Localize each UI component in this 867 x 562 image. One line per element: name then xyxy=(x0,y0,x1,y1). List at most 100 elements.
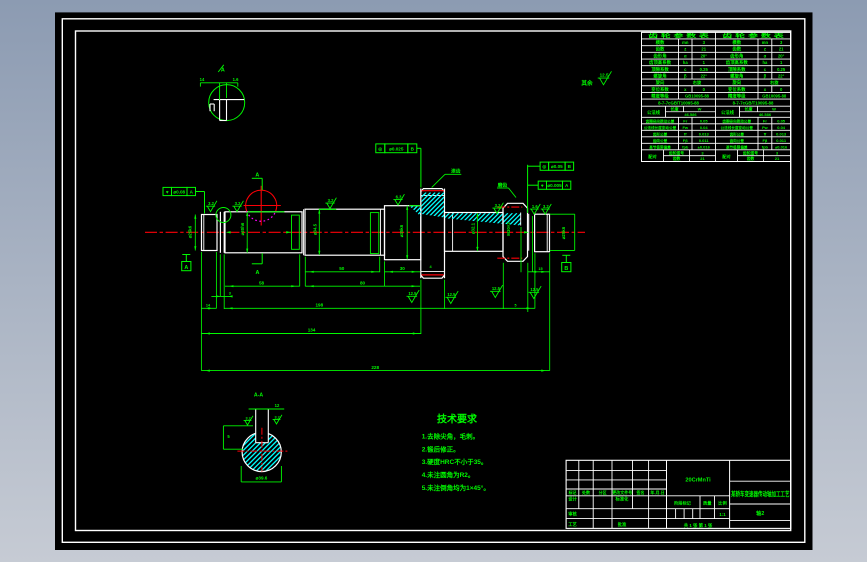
svg-text:批准: 批准 xyxy=(618,521,627,528)
svg-text:配对: 配对 xyxy=(648,153,657,160)
svg-text:齿形角: 齿形角 xyxy=(653,52,666,59)
svg-text:A-A: A-A xyxy=(254,393,263,399)
svg-text:80: 80 xyxy=(360,280,366,285)
svg-text:长度: 长度 xyxy=(671,105,680,111)
svg-text:齿数: 齿数 xyxy=(656,46,665,53)
svg-text:8-7-7cGB/T10095-88: 8-7-7cGB/T10095-88 xyxy=(658,100,699,105)
svg-text:Fr: Fr xyxy=(763,118,767,123)
svg-text:8-7-7cGB/T10095-88: 8-7-7cGB/T10095-88 xyxy=(733,100,774,105)
svg-text:β: β xyxy=(764,73,767,78)
svg-text:3: 3 xyxy=(229,292,231,296)
svg-text:1.6: 1.6 xyxy=(532,204,538,209)
svg-text:基节极限偏差: 基节极限偏差 xyxy=(648,144,671,149)
svg-text:配对: 配对 xyxy=(722,153,731,160)
svg-text:质量: 质量 xyxy=(703,500,712,507)
svg-text:z: z xyxy=(764,47,766,52)
svg-text:β: β xyxy=(684,73,687,78)
svg-text:签名: 签名 xyxy=(636,489,645,495)
svg-text:46.586: 46.586 xyxy=(684,112,697,117)
svg-text:0.05: 0.05 xyxy=(777,118,786,123)
svg-text:fpb: fpb xyxy=(682,144,689,149)
svg-text:0.011: 0.011 xyxy=(699,138,710,143)
svg-text:M30×2: M30×2 xyxy=(506,222,511,236)
svg-text:fpb: fpb xyxy=(762,144,769,149)
svg-text:分区: 分区 xyxy=(599,489,607,495)
svg-text:0.25: 0.25 xyxy=(700,67,709,72)
svg-text:0.013: 0.013 xyxy=(776,131,787,136)
svg-text:12.5: 12.5 xyxy=(447,292,456,297)
svg-text:齿形公差: 齿形公差 xyxy=(730,131,745,136)
svg-text:21: 21 xyxy=(775,156,780,161)
svg-text:GB10095-88: GB10095-88 xyxy=(762,94,787,99)
svg-text:旋向: 旋向 xyxy=(731,79,741,86)
svg-text:⌀0.05: ⌀0.05 xyxy=(551,164,563,169)
svg-text:0.04: 0.04 xyxy=(700,125,709,130)
svg-text:技术要求: 技术要求 xyxy=(437,413,478,426)
svg-text:20CrMnTi: 20CrMnTi xyxy=(685,478,711,484)
svg-text:3.2: 3.2 xyxy=(495,203,501,208)
svg-text:阶段标记: 阶段标记 xyxy=(674,500,692,507)
svg-text:齿轮图号: 齿轮图号 xyxy=(743,150,758,155)
svg-text:198: 198 xyxy=(315,303,323,308)
svg-text:3.2: 3.2 xyxy=(235,201,241,206)
svg-text:Fw: Fw xyxy=(682,125,688,130)
svg-text:长度: 长度 xyxy=(745,105,754,111)
svg-text:某轿车变速器传动轴加工工艺: 某轿车变速器传动轴加工工艺 xyxy=(731,489,790,498)
svg-text:A: A xyxy=(255,172,259,178)
svg-text:ha: ha xyxy=(762,60,768,65)
svg-text:共 1 张 第 1 张: 共 1 张 第 1 张 xyxy=(684,522,713,529)
svg-text:A: A xyxy=(256,270,260,276)
svg-text:21: 21 xyxy=(700,156,705,161)
svg-text:58: 58 xyxy=(259,280,265,285)
svg-text:螺旋角: 螺旋角 xyxy=(653,72,666,79)
svg-text:22°: 22° xyxy=(701,73,708,78)
svg-text:齿圈径向跳动公差: 齿圈径向跳动公差 xyxy=(646,118,675,123)
svg-text:⌀25k6: ⌀25k6 xyxy=(188,225,193,238)
svg-text:齿 轮 参 数 表: 齿 轮 参 数 表 xyxy=(648,33,711,40)
svg-text:标准化: 标准化 xyxy=(615,496,630,503)
svg-text:滚齿: 滚齿 xyxy=(451,168,461,175)
svg-text:3.2: 3.2 xyxy=(274,415,279,419)
svg-text:⌀30h6: ⌀30h6 xyxy=(240,222,245,235)
svg-text:磨齿: 磨齿 xyxy=(497,181,508,188)
svg-text:1:1: 1:1 xyxy=(719,512,726,517)
svg-text:工艺: 工艺 xyxy=(568,521,577,528)
svg-text:标记: 标记 xyxy=(567,489,576,495)
svg-text:基节极限偏差: 基节极限偏差 xyxy=(725,144,748,149)
svg-text:22°: 22° xyxy=(778,73,785,78)
svg-text:齿向公差: 齿向公差 xyxy=(653,138,668,143)
svg-text:134: 134 xyxy=(308,328,316,333)
svg-text:50: 50 xyxy=(339,266,345,271)
svg-text:±0.016: ±0.016 xyxy=(698,144,711,149)
svg-text:15: 15 xyxy=(538,267,542,271)
svg-text:0.04: 0.04 xyxy=(777,125,786,130)
svg-text:3.硬度HRC不小于35。: 3.硬度HRC不小于35。 xyxy=(422,457,488,466)
svg-text:228: 228 xyxy=(371,365,379,370)
svg-text:α: α xyxy=(764,53,767,58)
svg-text:0.25: 0.25 xyxy=(777,67,786,72)
svg-text:14: 14 xyxy=(200,77,205,82)
svg-text:公法线长度变动公差: 公法线长度变动公差 xyxy=(721,125,754,130)
svg-text:W: W xyxy=(698,106,702,111)
svg-text:模数: 模数 xyxy=(732,39,741,46)
svg-text:⌀35k6: ⌀35k6 xyxy=(399,224,404,237)
svg-text:设计: 设计 xyxy=(568,496,577,503)
svg-text:⌀0.08: ⌀0.08 xyxy=(173,190,185,195)
svg-text:12: 12 xyxy=(275,403,280,408)
svg-text:±0.016: ±0.016 xyxy=(775,144,788,149)
svg-text:Fβ: Fβ xyxy=(683,138,688,143)
svg-text:46.586: 46.586 xyxy=(759,112,772,117)
svg-text:处数: 处数 xyxy=(581,489,590,495)
svg-text:变位系数: 变位系数 xyxy=(728,86,746,93)
svg-text:公法线: 公法线 xyxy=(647,109,661,116)
svg-text:右旋: 右旋 xyxy=(693,79,702,86)
svg-text:旋向: 旋向 xyxy=(655,79,665,86)
svg-text:⌀34.5: ⌀34.5 xyxy=(313,223,318,235)
svg-text:GB10095-88: GB10095-88 xyxy=(685,94,710,99)
svg-text:顶隙系数: 顶隙系数 xyxy=(728,66,746,73)
svg-text:齿数: 齿数 xyxy=(747,156,755,161)
svg-text:顶隙系数: 顶隙系数 xyxy=(651,66,669,73)
svg-text:12.5: 12.5 xyxy=(600,73,609,78)
svg-text:Fw: Fw xyxy=(762,125,768,130)
svg-text:公法线长度变动公差: 公法线长度变动公差 xyxy=(644,125,677,130)
